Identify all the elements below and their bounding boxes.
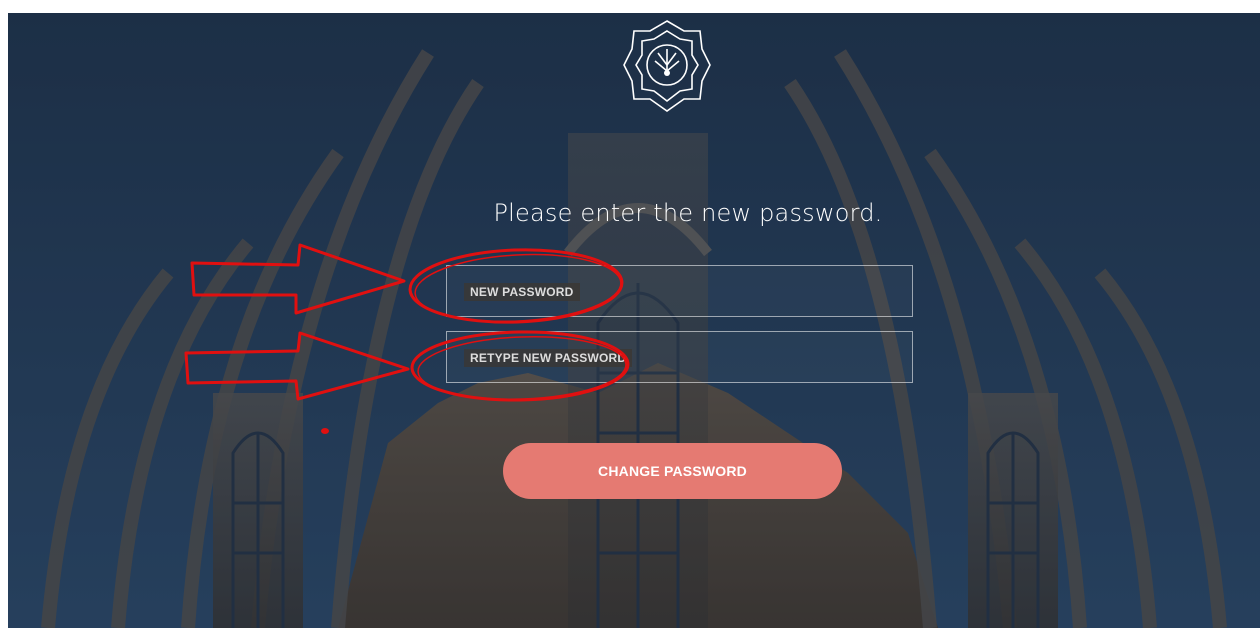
change-password-button[interactable]: CHANGE PASSWORD xyxy=(503,443,842,499)
retype-password-input[interactable] xyxy=(447,332,912,382)
new-password-input[interactable] xyxy=(447,266,912,316)
university-emblem-icon xyxy=(623,20,711,112)
new-password-field[interactable]: NEW PASSWORD xyxy=(446,265,913,317)
page-heading: Please enter the new password. xyxy=(493,199,883,227)
retype-password-field[interactable]: RETYPE NEW PASSWORD xyxy=(446,331,913,383)
login-page: Please enter the new password. NEW PASSW… xyxy=(8,13,1260,628)
